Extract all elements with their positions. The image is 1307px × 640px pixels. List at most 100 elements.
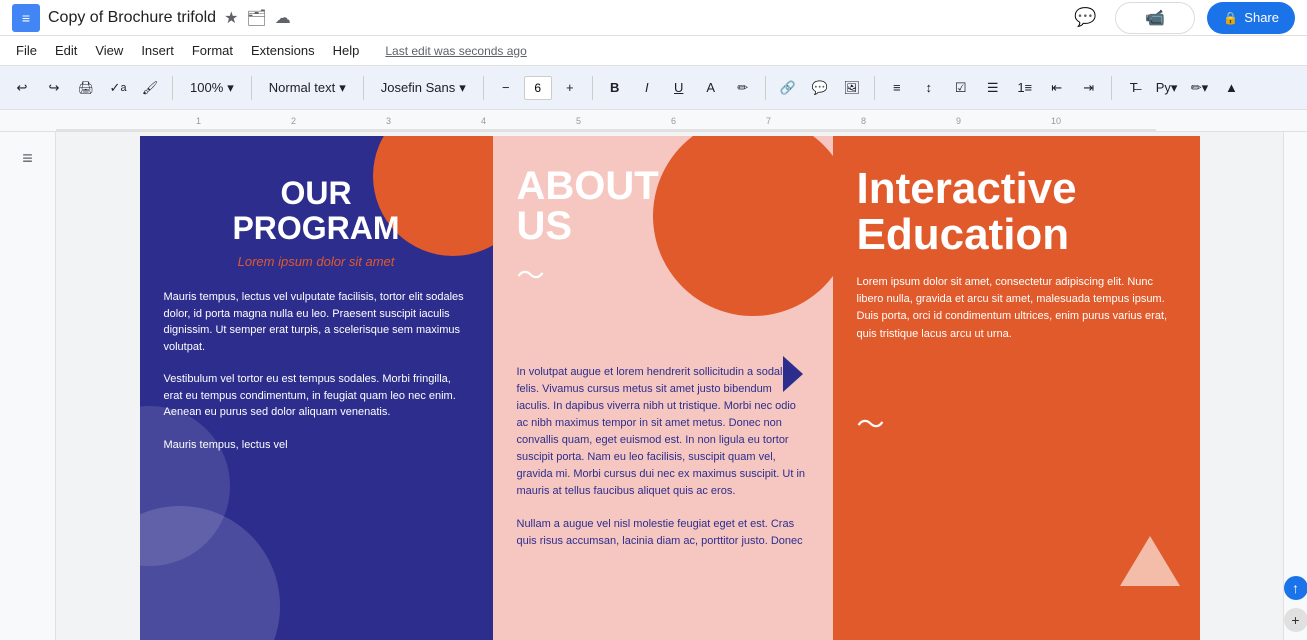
edit-mode-button[interactable]: ✏▾ (1185, 74, 1213, 102)
doc-title: Copy of Brochure trifold (48, 9, 216, 27)
font-size-increase[interactable]: + (556, 74, 584, 102)
redo-button[interactable]: ↪ (40, 74, 68, 102)
divider1 (172, 76, 173, 100)
ruler-svg: 1 2 3 4 5 6 7 8 9 10 (56, 110, 1156, 132)
collapse-button[interactable]: ▲ (1217, 74, 1245, 102)
share-button[interactable]: Share (1207, 2, 1295, 34)
about-line2: US (517, 204, 573, 248)
panel-center: ABOUT US 〜 In volutpat augue et lorem he… (493, 136, 833, 640)
menu-file[interactable]: File (8, 39, 45, 62)
menu-insert[interactable]: Insert (133, 39, 182, 62)
comment-button[interactable]: 💬 (806, 74, 834, 102)
main-area: ≡ OUR PROGRAM Lorem ipsum dolor sit amet… (0, 132, 1307, 640)
menu-view[interactable]: View (87, 39, 131, 62)
star-icon[interactable]: ★ (224, 8, 238, 28)
right-panel: ↑ + (1283, 132, 1307, 640)
about-line1: ABOUT (517, 164, 659, 208)
style-dropdown[interactable]: Normal text ▾ (260, 74, 355, 102)
document-area[interactable]: OUR PROGRAM Lorem ipsum dolor sit amet M… (56, 132, 1283, 640)
divider5 (592, 76, 593, 100)
right-title-line2: Education (857, 210, 1070, 259)
right-title-line1: Interactive (857, 164, 1077, 213)
style-chevron: ▾ (339, 80, 346, 96)
spellcheck-button[interactable]: ✓a (104, 74, 132, 102)
svg-text:9: 9 (956, 116, 961, 126)
top-bar: Copy of Brochure trifold ★ 🗂 ☁ 💬 📹 Share (0, 0, 1307, 36)
title-line1: OUR (280, 175, 351, 211)
our-program-title: OUR PROGRAM (164, 176, 469, 246)
paintformat-button[interactable]: 🖌 (136, 74, 164, 102)
outdent-button[interactable]: ⇤ (1043, 74, 1071, 102)
font-size-decrease[interactable]: − (492, 74, 520, 102)
indent-button[interactable]: ⇥ (1075, 74, 1103, 102)
wave-symbol: 〜 (517, 254, 809, 294)
left-body-text3: Mauris tempus, lectus vel (164, 437, 469, 454)
left-body-text2: Vestibulum vel tortor eu est tempus soda… (164, 371, 469, 421)
right-body-text: Lorem ipsum dolor sit amet, consectetur … (857, 274, 1176, 342)
center-body-text1: In volutpat augue et lorem hendrerit sol… (517, 364, 809, 500)
top-bar-right: 💬 📹 Share (1067, 0, 1295, 36)
svg-text:6: 6 (671, 116, 676, 126)
undo-button[interactable]: ↩ (8, 74, 36, 102)
left-body-text1: Mauris tempus, lectus vel vulputate faci… (164, 289, 469, 355)
svg-text:10: 10 (1051, 116, 1061, 126)
link-button[interactable]: 🔗 (774, 74, 802, 102)
scroll-to-top-button[interactable]: ↑ (1284, 576, 1307, 600)
bulletlist-button[interactable]: ☰ (979, 74, 1007, 102)
font-value: Josefin Sans (381, 80, 455, 95)
ruler: 1 2 3 4 5 6 7 8 9 10 (0, 110, 1307, 132)
svg-text:7: 7 (766, 116, 771, 126)
textcolor-button[interactable]: A (697, 74, 725, 102)
menu-extensions[interactable]: Extensions (243, 39, 323, 62)
font-dropdown[interactable]: Josefin Sans ▾ (372, 74, 475, 102)
wave-right: 〜 (857, 403, 1176, 443)
folder-icon[interactable]: 🗂 (246, 8, 266, 28)
zoom-value: 100% (190, 80, 223, 95)
panel-left: OUR PROGRAM Lorem ipsum dolor sit amet M… (140, 136, 493, 640)
cloud-icon[interactable]: ☁ (275, 8, 291, 28)
panel-right: Interactive Education Lorem ipsum dolor … (833, 136, 1200, 640)
share-label: Share (1244, 10, 1279, 25)
print-button[interactable]: 🖨 (72, 74, 100, 102)
highlight-button[interactable]: ✏ (729, 74, 757, 102)
menu-bar: File Edit View Insert Format Extensions … (0, 36, 1307, 66)
numberedlist-button[interactable]: 1≡ (1011, 74, 1039, 102)
linespacing-button[interactable]: ↕ (915, 74, 943, 102)
image-button[interactable]: 🖼 (838, 74, 866, 102)
title-icons: ★ 🗂 ☁ (224, 8, 291, 28)
underline-button[interactable]: U (665, 74, 693, 102)
toolbar: ↩ ↪ 🖨 ✓a 🖌 100% ▾ Normal text ▾ Josefin … (0, 66, 1307, 110)
style-value: Normal text (269, 80, 335, 95)
sidebar-left: ≡ (0, 132, 56, 640)
last-edit: Last edit was seconds ago (385, 44, 526, 58)
divider8 (1111, 76, 1112, 100)
comments-button[interactable]: 💬 (1067, 0, 1103, 36)
font-chevron: ▾ (459, 80, 466, 96)
checklist-button[interactable]: ☑ (947, 74, 975, 102)
italic-button[interactable]: I (633, 74, 661, 102)
brochure: OUR PROGRAM Lorem ipsum dolor sit amet M… (140, 136, 1200, 640)
interactive-title: Interactive Education (857, 166, 1176, 258)
sidebar-outline-icon[interactable]: ≡ (10, 140, 46, 176)
more-options-button[interactable]: Py▾ (1152, 74, 1182, 102)
svg-text:4: 4 (481, 116, 486, 126)
title-line2: PROGRAM (232, 210, 399, 246)
divider2 (251, 76, 252, 100)
svg-text:3: 3 (386, 116, 391, 126)
align-button[interactable]: ≡ (883, 74, 911, 102)
svg-text:8: 8 (861, 116, 866, 126)
doc-icon (12, 4, 40, 32)
menu-help[interactable]: Help (325, 39, 368, 62)
menu-format[interactable]: Format (184, 39, 241, 62)
menu-edit[interactable]: Edit (47, 39, 85, 62)
zoom-dropdown[interactable]: 100% ▾ (181, 74, 243, 102)
bold-button[interactable]: B (601, 74, 629, 102)
svg-text:1: 1 (196, 116, 201, 126)
divider4 (483, 76, 484, 100)
font-size-input[interactable] (524, 76, 552, 100)
scroll-down-button[interactable]: + (1284, 608, 1307, 632)
about-us-title: ABOUT US (517, 166, 809, 246)
clear-format-button[interactable]: T̶ (1120, 74, 1148, 102)
divider3 (363, 76, 364, 100)
meet-button[interactable]: 📹 (1115, 2, 1195, 34)
